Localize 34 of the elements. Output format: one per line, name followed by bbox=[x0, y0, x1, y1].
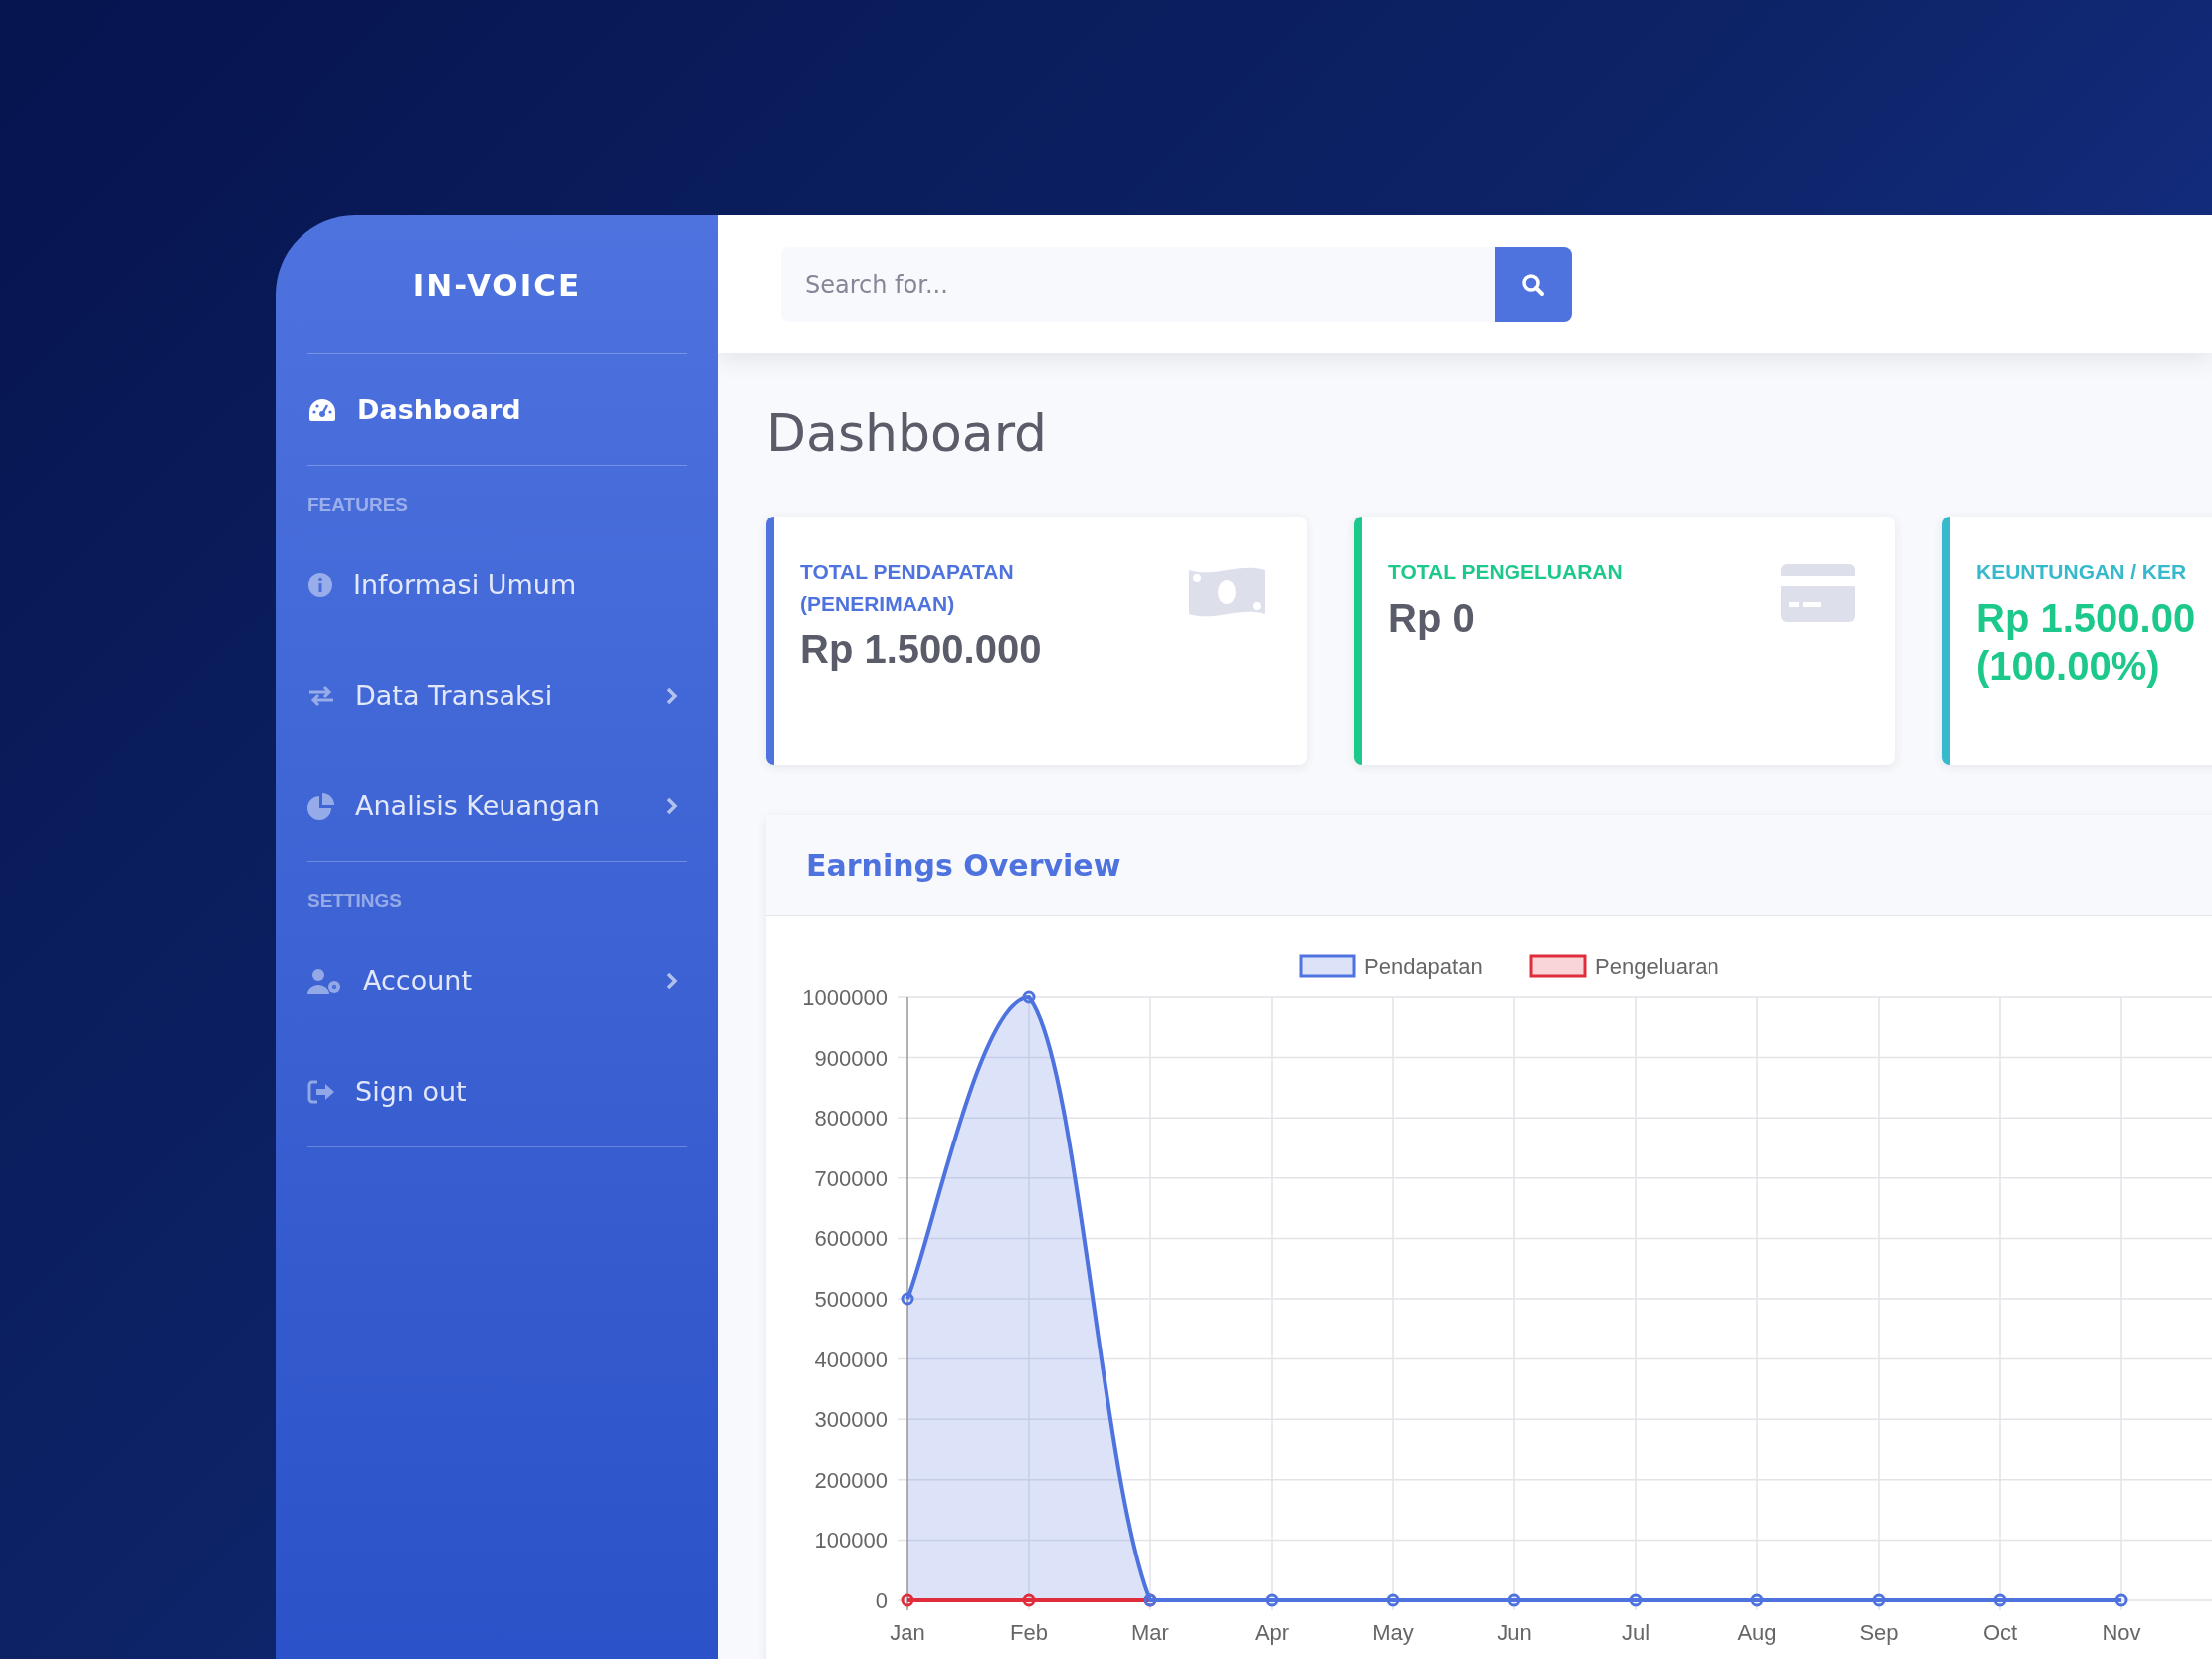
y-tick-label: 700000 bbox=[814, 1165, 888, 1191]
x-tick-label: Jan bbox=[890, 1620, 925, 1645]
card-value: Rp 0 bbox=[1388, 594, 1476, 642]
x-tick-label: Mar bbox=[1131, 1620, 1169, 1645]
y-tick-label: 500000 bbox=[814, 1287, 888, 1312]
x-tick-label: May bbox=[1372, 1620, 1414, 1645]
x-tick-label: Feb bbox=[1010, 1620, 1048, 1645]
card-label: KEUNTUNGAN / KER bbox=[1976, 559, 2188, 585]
card-value: Rp 1.500.000 bbox=[800, 626, 1043, 673]
y-tick-label: 200000 bbox=[814, 1467, 888, 1493]
legend-label: Pendapatan bbox=[1364, 954, 1483, 979]
legend-label: Pengeluaran bbox=[1595, 954, 1719, 979]
y-tick-label: 600000 bbox=[814, 1226, 888, 1252]
x-tick-label: Jul bbox=[1621, 1620, 1651, 1645]
section-heading: SETTINGS bbox=[307, 889, 402, 913]
x-tick-label: Jun bbox=[1497, 1620, 1532, 1645]
y-tick-label: 1000000 bbox=[802, 985, 888, 1010]
y-tick-label: 800000 bbox=[814, 1106, 888, 1132]
card-value: Rp 1.500.00 (100.00%) bbox=[1976, 594, 2197, 690]
x-tick-label: Sep bbox=[1859, 1620, 1899, 1645]
y-tick-label: 300000 bbox=[814, 1407, 888, 1433]
chart-title: Earnings Overview bbox=[806, 847, 1121, 883]
page-title: Dashboard bbox=[766, 403, 1049, 463]
x-tick-label: Oct bbox=[1982, 1620, 2018, 1645]
y-tick-label: 100000 bbox=[814, 1528, 888, 1554]
x-tick-label: Apr bbox=[1254, 1620, 1290, 1645]
y-tick-label: 900000 bbox=[814, 1045, 888, 1071]
section-heading: FEATURES bbox=[307, 493, 408, 517]
card-label: TOTAL PENDAPATAN (PENERIMAAN) bbox=[800, 559, 1015, 617]
y-tick-label: 0 bbox=[875, 1588, 888, 1613]
x-tick-label: Aug bbox=[1737, 1620, 1777, 1645]
y-tick-label: 400000 bbox=[814, 1347, 888, 1372]
x-tick-label: Nov bbox=[2102, 1620, 2141, 1645]
card-label: TOTAL PENGELUARAN bbox=[1388, 559, 1624, 585]
